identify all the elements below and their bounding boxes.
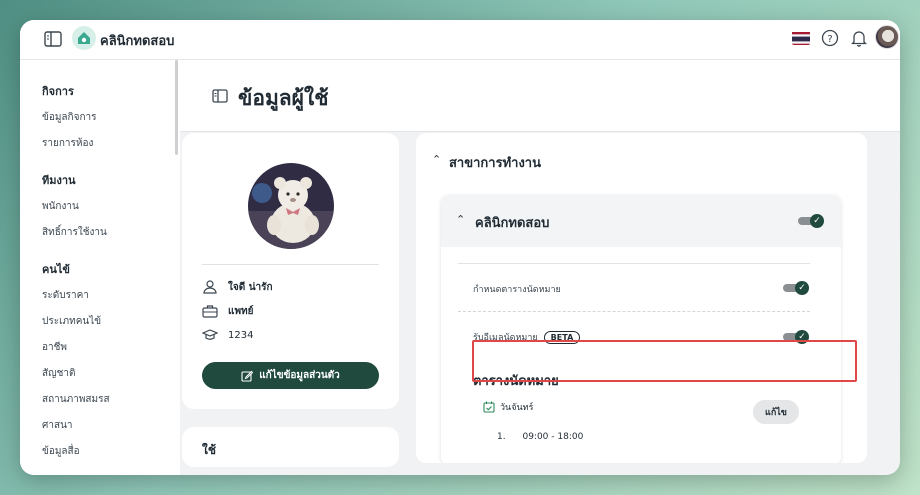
profile-card: ใจดี น่ารัก แพทย์ 1234 แก้ไขข้อมูลส่วนตั… bbox=[182, 133, 399, 409]
profile-name-row: ใจดี น่ารัก bbox=[202, 279, 273, 295]
thai-flag-icon[interactable] bbox=[792, 31, 810, 45]
profile-code-row: 1234 bbox=[202, 327, 253, 343]
appointment-schedule-toggle[interactable]: ✓ bbox=[783, 281, 809, 295]
svg-text:?: ? bbox=[827, 34, 832, 45]
user-icon bbox=[203, 280, 217, 294]
divider bbox=[458, 263, 810, 264]
check-icon: ✓ bbox=[810, 214, 824, 228]
sidebar-item-permissions[interactable]: สิทธิ์การใช้งาน bbox=[42, 225, 107, 240]
sidebar-item-nationality[interactable]: สัญชาติ bbox=[42, 366, 76, 381]
graduation-cap-icon bbox=[202, 329, 218, 340]
secondary-card: ใช้ bbox=[182, 427, 399, 467]
bell-icon[interactable] bbox=[851, 29, 867, 47]
top-bar: คลินิกทดสอบ ? bbox=[20, 20, 900, 60]
profile-photo bbox=[248, 163, 334, 249]
schedule-slot: 1. 09:00 - 18:00 bbox=[497, 432, 583, 442]
check-icon: ✓ bbox=[795, 281, 809, 295]
clinic-name: คลินิกทดสอบ bbox=[475, 216, 550, 231]
clinic-panel-header[interactable]: ⌃ คลินิกทดสอบ ✓ bbox=[441, 195, 841, 247]
app-logo bbox=[72, 26, 96, 50]
sidebar-item-patient-type[interactable]: ประเภทคนไข้ bbox=[42, 314, 101, 329]
profile-code: 1234 bbox=[228, 329, 254, 341]
sidebar-item-price-level[interactable]: ระดับราคา bbox=[42, 288, 89, 303]
sidebar-heading-team: ทีมงาน bbox=[42, 174, 76, 187]
clinic-panel: ⌃ คลินิกทดสอบ ✓ กำหนดตารางนัดหมาย ✓ รับอ… bbox=[441, 195, 841, 463]
secondary-card-title: ใช้ bbox=[202, 443, 217, 457]
schedule-day: วันจันทร์ bbox=[500, 403, 534, 413]
edit-icon bbox=[241, 370, 254, 382]
house-icon bbox=[78, 32, 90, 44]
sidebar-item-occupation[interactable]: อาชีพ bbox=[42, 340, 67, 355]
calendar-check-icon bbox=[483, 401, 495, 413]
chevron-up-icon[interactable]: ⌃ bbox=[456, 213, 465, 226]
briefcase-icon bbox=[202, 305, 218, 318]
page-title: ข้อมูลผู้ใช้ bbox=[238, 86, 329, 110]
sidebar: กิจการ ข้อมูลกิจการ รายการห้อง ทีมงาน พน… bbox=[20, 60, 180, 475]
sidebar-heading-business: กิจการ bbox=[42, 85, 74, 98]
profile-divider bbox=[202, 264, 379, 265]
user-avatar[interactable] bbox=[875, 25, 899, 49]
branch-section-title: สาขาการทำงาน bbox=[449, 156, 541, 171]
dashed-divider bbox=[458, 311, 810, 312]
slot-index: 1. bbox=[497, 432, 506, 442]
chevron-up-icon[interactable]: ⌃ bbox=[432, 153, 441, 166]
app-name: คลินิกทดสอบ bbox=[100, 34, 175, 49]
branch-card: ⌃ สาขาการทำงาน ⌃ คลินิกทดสอบ ✓ กำหนดตารา… bbox=[416, 133, 867, 463]
edit-profile-label: แก้ไขข้อมูลส่วนตัว bbox=[259, 370, 340, 381]
sidebar-item-marital-status[interactable]: สถานภาพสมรส bbox=[42, 392, 110, 407]
sidebar-item-religion[interactable]: ศาสนา bbox=[42, 418, 73, 433]
sidebar-heading-patients: คนไข้ bbox=[42, 263, 70, 276]
setting-appointment-schedule-label: กำหนดตารางนัดหมาย bbox=[473, 285, 561, 295]
clinic-toggle[interactable]: ✓ bbox=[798, 214, 824, 228]
sidebar-toggle-icon[interactable] bbox=[44, 31, 62, 47]
sidebar-item-media[interactable]: ข้อมูลสื่อ bbox=[42, 444, 80, 459]
highlight-box bbox=[472, 340, 857, 382]
sidebar-item-business-info[interactable]: ข้อมูลกิจการ bbox=[42, 110, 97, 125]
help-icon[interactable]: ? bbox=[821, 29, 839, 47]
profile-name: ใจดี น่ารัก bbox=[228, 281, 273, 293]
edit-profile-button[interactable]: แก้ไขข้อมูลส่วนตัว bbox=[202, 362, 379, 389]
edit-schedule-button[interactable]: แก้ไข bbox=[753, 400, 799, 424]
profile-role: แพทย์ bbox=[228, 305, 254, 317]
panel-icon bbox=[212, 89, 228, 103]
sidebar-scrollbar[interactable] bbox=[175, 60, 178, 155]
sidebar-item-staff[interactable]: พนักงาน bbox=[42, 199, 79, 214]
profile-role-row: แพทย์ bbox=[202, 303, 254, 319]
schedule-day-row: วันจันทร์ bbox=[483, 400, 533, 414]
sidebar-item-rooms[interactable]: รายการห้อง bbox=[42, 136, 93, 151]
page-header: ข้อมูลผู้ใช้ bbox=[180, 60, 900, 132]
slot-time: 09:00 - 18:00 bbox=[522, 432, 584, 442]
